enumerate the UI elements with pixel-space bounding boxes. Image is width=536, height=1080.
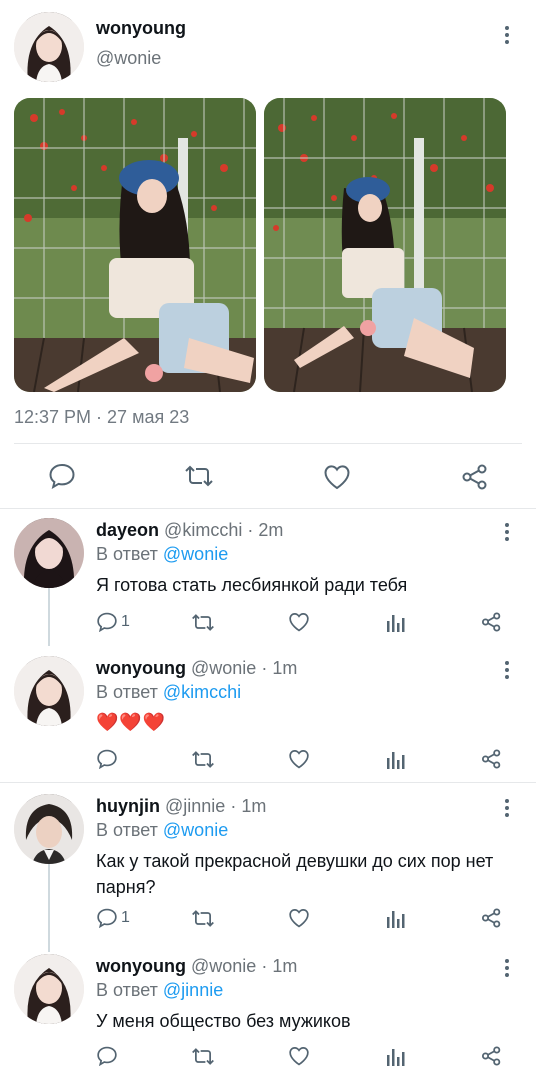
retweet-icon[interactable] xyxy=(184,464,214,488)
reply-author-name[interactable]: dayeon xyxy=(96,520,159,540)
analytics-icon[interactable] xyxy=(386,613,406,632)
more-icon[interactable] xyxy=(504,799,510,820)
analytics-icon[interactable] xyxy=(386,909,406,928)
thread-line xyxy=(48,864,50,952)
share-icon[interactable] xyxy=(461,464,489,490)
reply-to-link[interactable]: @kimcchi xyxy=(163,682,241,702)
share-icon[interactable] xyxy=(481,908,502,928)
reply-avatar[interactable] xyxy=(14,518,84,588)
author-avatar[interactable] xyxy=(14,12,84,82)
reply-count: 1 xyxy=(121,909,130,926)
share-icon[interactable] xyxy=(481,1046,502,1066)
retweet-icon[interactable] xyxy=(191,750,215,769)
reply-to-link[interactable]: @wonie xyxy=(163,820,228,840)
tweet-photo-2[interactable] xyxy=(264,98,506,392)
reply-avatar[interactable] xyxy=(14,794,84,864)
reply-to-label: В ответ xyxy=(96,980,158,1000)
reply-to-link[interactable]: @jinnie xyxy=(163,980,223,1000)
comment-icon[interactable] xyxy=(96,908,118,928)
reply-to-label: В ответ xyxy=(96,682,158,702)
reply-text: Как у такой прекрасной девушки до сих по… xyxy=(96,851,494,897)
like-icon[interactable] xyxy=(288,908,310,928)
author-handle[interactable]: @wonie xyxy=(96,48,161,69)
divider xyxy=(14,443,522,444)
reply-avatar[interactable] xyxy=(14,954,84,1024)
like-icon[interactable] xyxy=(288,749,310,769)
reply-author-name[interactable]: wonyoung xyxy=(96,658,186,678)
share-icon[interactable] xyxy=(481,749,502,769)
reply-time: · 2m xyxy=(247,520,284,540)
analytics-icon[interactable] xyxy=(386,750,406,769)
reply-author-name[interactable]: huynjin xyxy=(96,796,160,816)
retweet-icon[interactable] xyxy=(191,613,215,632)
reply-author-handle[interactable]: @kimcchi xyxy=(164,520,242,540)
reply-time: · 1m xyxy=(261,658,298,678)
reply-text: ❤️❤️❤️ xyxy=(96,712,167,732)
more-icon[interactable] xyxy=(504,661,510,682)
reply-to-label: В ответ xyxy=(96,820,158,840)
comment-icon[interactable] xyxy=(48,463,76,489)
retweet-icon[interactable] xyxy=(191,1047,215,1066)
like-icon[interactable] xyxy=(288,1046,310,1066)
reply-time: · 1m xyxy=(230,796,267,816)
reply-count: 1 xyxy=(121,613,130,630)
divider xyxy=(0,508,536,509)
reply-author-handle[interactable]: @jinnie xyxy=(165,796,225,816)
share-icon[interactable] xyxy=(481,612,502,632)
reply-text: У меня общество без мужиков xyxy=(96,1011,351,1031)
reply-text: Я готова стать лесбиянкой ради тебя xyxy=(96,575,408,595)
reply-author-name[interactable]: wonyoung xyxy=(96,956,186,976)
more-icon[interactable] xyxy=(504,959,510,980)
reply-author-handle[interactable]: @wonie xyxy=(191,956,256,976)
like-icon[interactable] xyxy=(288,612,310,632)
reply-to-link[interactable]: @wonie xyxy=(163,544,228,564)
more-icon[interactable] xyxy=(504,523,510,544)
tweet-photo-1[interactable] xyxy=(14,98,256,392)
comment-icon[interactable] xyxy=(96,1046,118,1066)
reply-author-handle[interactable]: @wonie xyxy=(191,658,256,678)
comment-icon[interactable] xyxy=(96,749,118,769)
reply-avatar[interactable] xyxy=(14,656,84,726)
like-icon[interactable] xyxy=(323,464,351,490)
author-name[interactable]: wonyoung xyxy=(96,18,186,39)
analytics-icon[interactable] xyxy=(386,1047,406,1066)
reply-time: · 1m xyxy=(261,956,298,976)
more-icon[interactable] xyxy=(504,26,510,47)
tweet-timestamp: 12:37 PM · 27 мая 23 xyxy=(14,407,190,427)
retweet-icon[interactable] xyxy=(191,909,215,928)
divider xyxy=(0,782,536,783)
reply-to-label: В ответ xyxy=(96,544,158,564)
comment-icon[interactable] xyxy=(96,612,118,632)
thread-line xyxy=(48,588,50,646)
